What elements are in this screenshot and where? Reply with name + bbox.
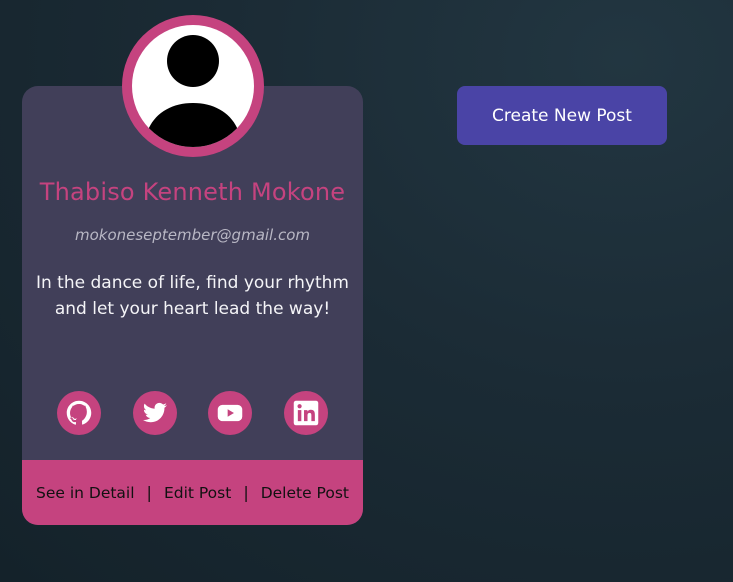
profile-bio: In the dance of life, find your rhythm a… <box>35 273 349 319</box>
action-separator: | <box>243 483 249 502</box>
github-link[interactable] <box>57 391 101 435</box>
youtube-icon <box>217 404 243 422</box>
linkedin-link[interactable] <box>284 391 328 435</box>
linkedin-icon <box>293 400 319 426</box>
profile-name: Thabiso Kenneth Mokone <box>39 178 346 206</box>
card-actions: See in Detail | Edit Post | Delete Post <box>22 460 363 525</box>
edit-post-link[interactable]: Edit Post <box>164 484 231 502</box>
delete-post-link[interactable]: Delete Post <box>261 484 349 502</box>
youtube-link[interactable] <box>208 391 252 435</box>
social-links <box>22 391 363 435</box>
profile-email: mokoneseptember@gmail.com <box>74 226 311 244</box>
action-separator: | <box>146 483 152 502</box>
avatar-placeholder-icon <box>132 25 254 147</box>
github-icon <box>66 400 92 425</box>
twitter-icon <box>143 402 167 423</box>
avatar <box>122 15 264 157</box>
twitter-link[interactable] <box>133 391 177 435</box>
create-new-post-button[interactable]: Create New Post <box>457 86 667 145</box>
see-detail-link[interactable]: See in Detail <box>36 484 135 502</box>
